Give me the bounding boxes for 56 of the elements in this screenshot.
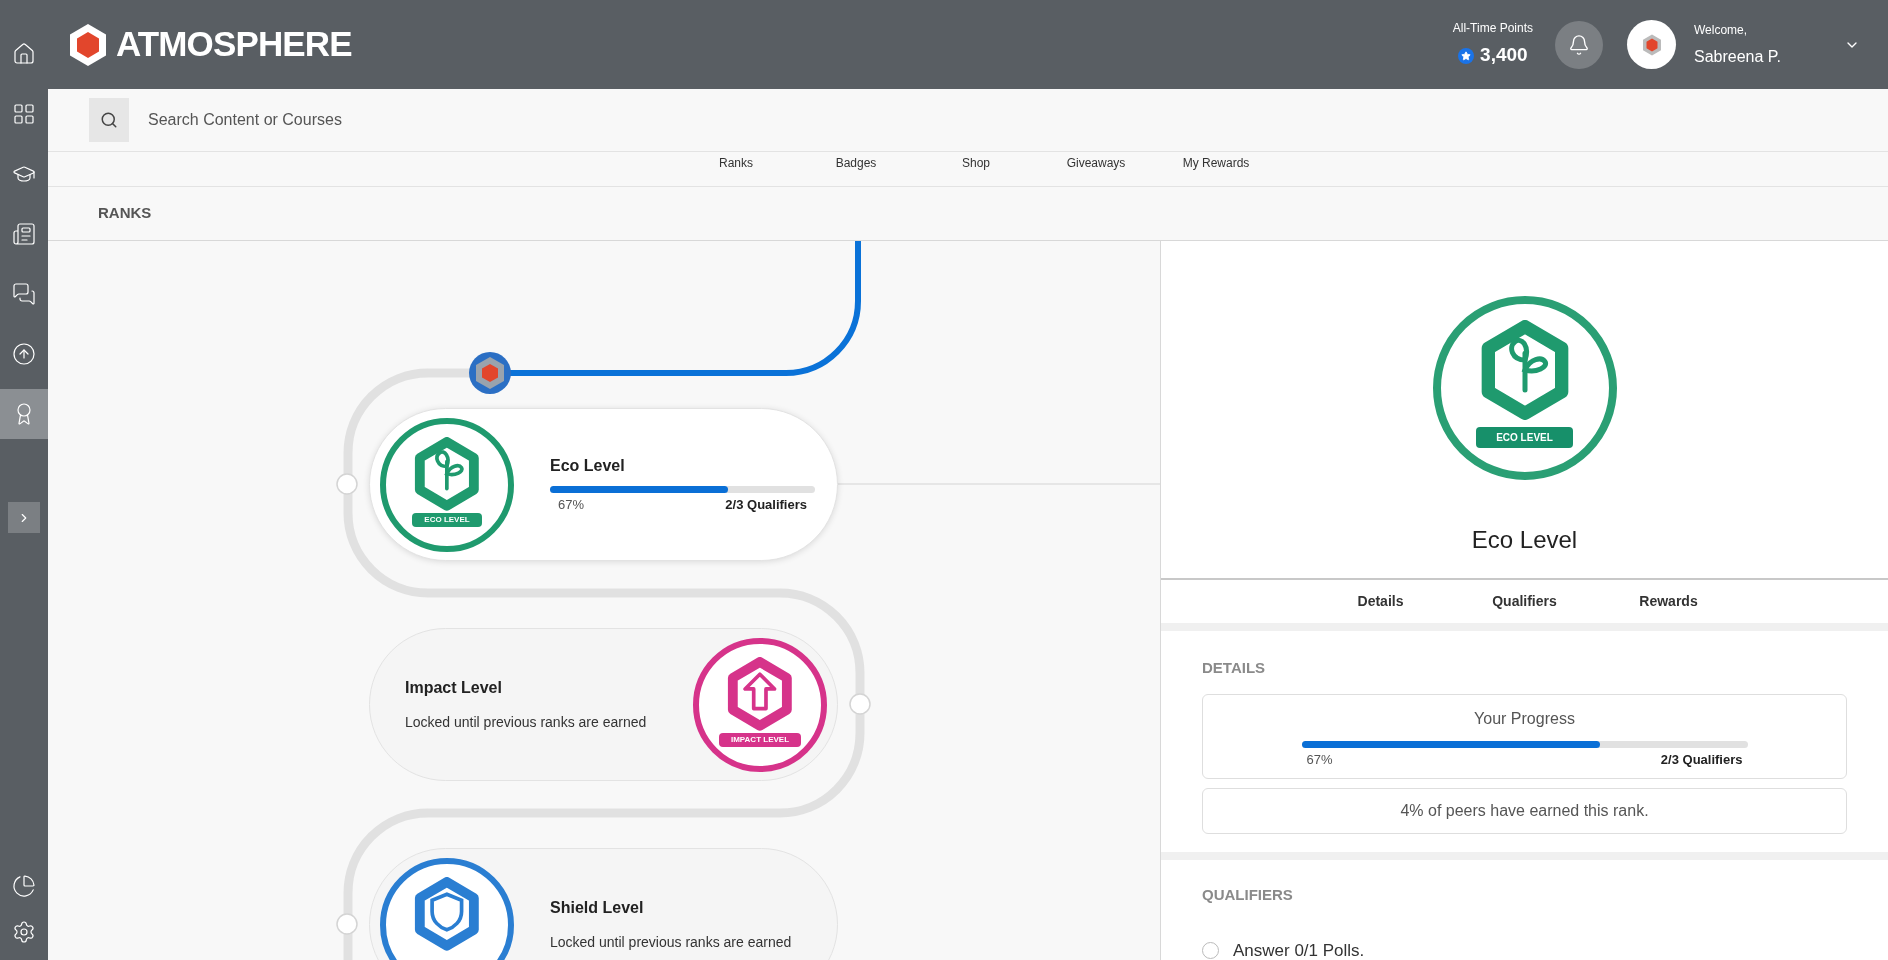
chat-icon [12, 282, 36, 306]
points-value: 3,400 [1480, 43, 1528, 68]
nav-link[interactable]: Ranks [676, 154, 796, 172]
progress-percent: 67% [1306, 750, 1333, 769]
rank-title: Shield Level [550, 898, 645, 918]
rank-status: Locked until previous ranks are earned [405, 713, 647, 732]
award-nav-button[interactable] [0, 389, 48, 439]
path-node [849, 693, 871, 715]
rank-title: Impact Level [405, 678, 503, 698]
search-button[interactable] [89, 98, 129, 142]
section-heading: DETAILS [1202, 658, 1267, 678]
user-avatar[interactable] [1627, 20, 1676, 69]
nav-link[interactable]: Badges [796, 154, 916, 172]
rank-card[interactable]: ECO LEVEL Eco Level 67% 2/3 Qualifiers [369, 408, 838, 561]
section-heading: QUALIFIERS [1202, 884, 1294, 905]
logo-icon [68, 22, 108, 67]
rank-title: Eco Level [550, 456, 626, 477]
path-node [336, 473, 358, 495]
detail-tab[interactable]: Qualifiers [1482, 591, 1567, 612]
detail-tab[interactable]: Rewards [1626, 591, 1711, 612]
settings-icon[interactable] [12, 920, 36, 944]
upload-icon [12, 342, 36, 366]
qualifier-text: Answer 0/1 Polls. [1233, 940, 1365, 960]
qualifier-checkbox[interactable] [1202, 942, 1219, 960]
rank-card[interactable]: Shield Level Locked until previous ranks are earned [369, 848, 838, 960]
bell-icon [1568, 33, 1590, 56]
nav-link[interactable]: Giveaways [1036, 154, 1156, 172]
rank-status: Locked until previous ranks are earned [550, 933, 792, 952]
welcome-text: Welcome, [1694, 21, 1749, 39]
home-icon [12, 42, 36, 66]
peers-card: 4% of peers have earned this rank. [1202, 787, 1847, 834]
grid-icon [12, 102, 36, 126]
nav-link[interactable]: My Rewards [1156, 154, 1276, 172]
qualifier-count: 2/3 Qualifiers [725, 496, 807, 515]
logo-icon [1641, 33, 1662, 56]
points-label: All-Time Points [1452, 20, 1533, 38]
rank-card[interactable]: Impact Level Locked until previous ranks are earned IMPACT LEVEL [369, 628, 838, 781]
progress-title: Your Progress [1474, 708, 1575, 729]
pie-chart-icon[interactable] [12, 874, 36, 898]
current-position-marker [469, 352, 511, 394]
detail-tab[interactable]: Details [1338, 591, 1423, 612]
path-node [336, 913, 358, 935]
badge-label: ECO LEVEL [412, 512, 482, 527]
progress-percent: 67% [558, 496, 585, 515]
search-field[interactable]: Search Content or Courses [148, 108, 748, 132]
qualifier-count: 2/3 Qualifiers [1660, 750, 1743, 769]
search-icon [100, 111, 118, 129]
badge-label: IMPACT LEVEL [718, 732, 802, 747]
brand-name: ATMOSPHERE [116, 23, 352, 66]
rank-title: Eco Level [1471, 525, 1578, 555]
newspaper-icon [12, 222, 36, 246]
nav-link[interactable]: Shop [916, 154, 1036, 172]
badge-label: ECO LEVEL [1476, 427, 1573, 448]
page-title: RANKS [98, 203, 152, 224]
user-name: Sabreena P. [1694, 46, 1782, 67]
notifications-button[interactable] [1555, 20, 1603, 69]
